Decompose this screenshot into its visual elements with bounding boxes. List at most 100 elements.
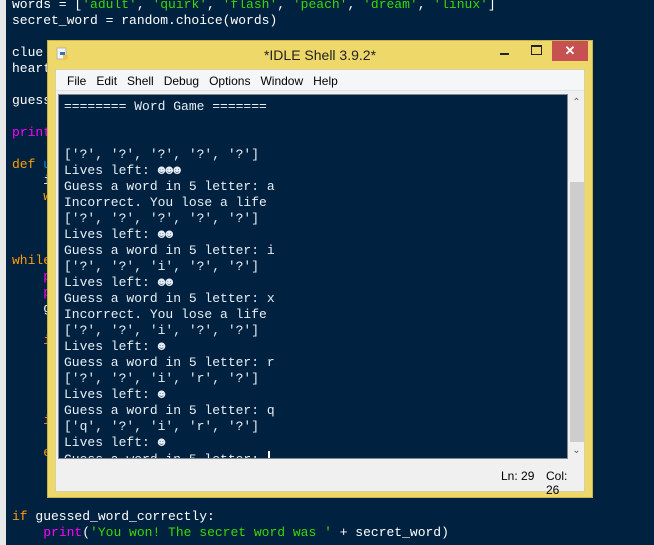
code-token: clue [12,45,44,60]
menu-debug[interactable]: Debug [159,70,204,91]
code-token: 'quirk' [152,0,208,12]
shell-output-line: Lives left: ☻ [64,387,166,402]
code-token: 'adult' [82,0,137,12]
title-bar[interactable]: *IDLE Shell 3.9.2* ✕ [48,41,592,69]
code-token: g [12,301,52,316]
editor-line: p [12,269,51,285]
maximize-icon [531,45,542,55]
shell-output-line: Lives left: ☻ [64,339,166,354]
shell-output-line: ['?', '?', '?', '?', '?'] [64,147,260,162]
code-token: heart [12,61,52,76]
editor-line: heart [12,61,51,77]
code-token: p [12,285,52,300]
menu-bar: File Edit Shell Debug Options Window Hel… [56,70,584,91]
scroll-down-icon[interactable]: ⌄ [569,442,584,459]
shell-output-line: Lives left: ☻☻☻ [64,163,182,178]
editor-line: clue [12,45,43,61]
idle-shell-window[interactable]: *IDLE Shell 3.9.2* ✕ File Edit Shell Deb… [47,40,593,498]
code-token: ( [82,525,91,540]
code-token: , [207,0,223,12]
editor-line: words = ['adult', 'quirk', 'flash', 'pea… [12,0,496,13]
scrollbar-thumb[interactable] [570,182,584,442]
menu-shell[interactable]: Shell [122,70,159,91]
editor-line: def u [12,157,51,173]
shell-output-line: ['q', '?', 'i', 'r', '?'] [64,419,260,434]
editor-line: while [12,253,51,269]
shell-output-line: Incorrect. You lose a life [64,307,267,322]
editor-line: p [12,285,51,301]
shell-output-line: Guess a word in 5 letter: i [64,243,275,258]
code-token: 'dream' [363,0,418,12]
code-token: words = [ [12,0,83,12]
code-token: def [12,157,44,172]
shell-output-line: ['?', '?', 'i', 'r', '?'] [64,371,260,386]
editor-line: i [12,413,51,429]
status-line-number: Ln: 29 [501,469,535,483]
code-token: print [43,525,83,540]
editor-line: w [12,189,51,205]
shell-output-line: ======== Word Game ======= [64,99,267,114]
minimize-icon [500,53,509,55]
editor-gutter [0,0,6,545]
code-token: 'linux' [433,0,488,12]
shell-output-line: ['?', '?', 'i', '?', '?'] [64,259,260,274]
code-token: e [12,445,52,460]
code-token: , [277,0,293,12]
code-token: print [12,125,52,140]
minimize-button[interactable] [490,41,518,61]
editor-line: if guessed_word_correctly: [12,509,215,525]
menu-window[interactable]: Window [255,70,308,91]
scroll-up-icon[interactable]: ⌃ [569,94,584,111]
shell-output-line: Lives left: ☻☻ [64,227,174,242]
menu-edit[interactable]: Edit [91,70,122,91]
code-token: if [12,509,36,524]
code-token: + secret_word) [331,525,449,540]
code-token: secret_word = random.choice(words) [12,13,278,28]
shell-output-line: Guess a word in 5 letter: q [64,403,275,418]
code-token: 'flash' [222,0,278,12]
code-token: 'peach' [292,0,348,12]
code-token: , [417,0,434,12]
status-column-number: Col: 26 [546,469,568,497]
code-token: p [12,269,52,284]
text-cursor [267,451,270,458]
editor-line: guess [12,93,51,109]
code-token: i [12,333,52,348]
code-token: guessed_word_correctly: [35,509,215,524]
shell-output-line: ['?', '?', '?', '?', '?'] [64,211,260,226]
maximize-button[interactable] [522,41,550,61]
window-client-area: File Edit Shell Debug Options Window Hel… [55,69,585,497]
menu-help[interactable]: Help [308,70,343,91]
code-token: i [12,173,52,188]
shell-output-line: Guess a word in 5 letter: r [64,355,275,370]
editor-line: secret_word = random.choice(words) [12,13,277,29]
code-token: , [347,0,364,12]
shell-output-area[interactable]: ======== Word Game ======= ['?', '?', '?'… [58,94,568,459]
editor-line: g [12,301,51,317]
editor-line: print('You won! The secret word was ' + … [12,525,449,541]
shell-output-line: Lives left: ☻☻ [64,275,174,290]
code-token: i [12,413,52,428]
close-icon: ✕ [564,43,576,58]
code-token: w [12,189,52,204]
code-token: while [12,253,52,268]
vertical-scrollbar[interactable]: ⌃ ⌄ [569,94,584,459]
shell-output-line: Incorrect. You lose a life [64,195,267,210]
code-token: ] [487,0,496,12]
shell-input-prompt: Guess a word in 5 letter: [64,451,270,458]
code-token: , [136,0,153,12]
menu-options[interactable]: Options [204,70,255,91]
editor-line: print [12,125,51,141]
menu-file[interactable]: File [62,70,91,91]
editor-line: i [12,173,51,189]
shell-output-line: Guess a word in 5 letter: x [64,291,275,306]
status-bar: Ln: 29 Col: 26 [56,461,584,497]
editor-line: i [12,333,51,349]
code-token: 'You won! The secret word was ' [90,525,332,540]
editor-line: e [12,445,51,461]
shell-output-line: Guess a word in 5 letter: a [64,179,275,194]
shell-output-line: Lives left: ☻ [64,435,166,450]
code-token: guess [12,93,52,108]
close-button[interactable]: ✕ [552,41,588,61]
